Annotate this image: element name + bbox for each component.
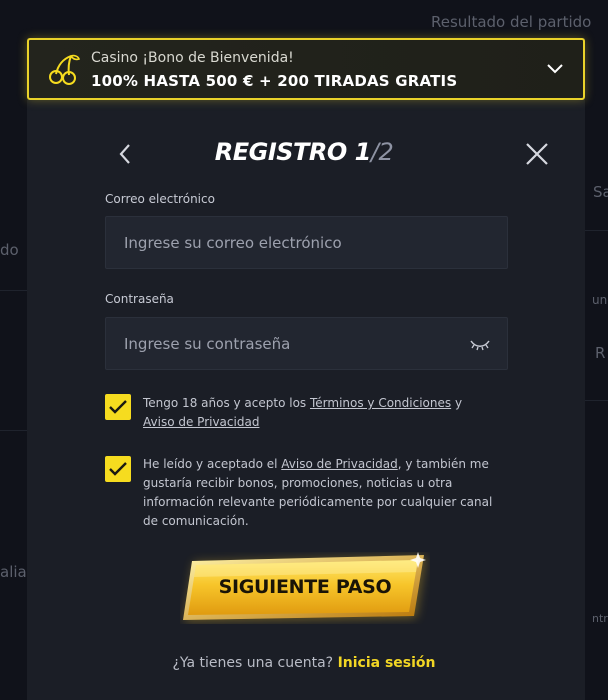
login-prompt-text: ¿Ya tienes una cuenta?	[172, 655, 338, 671]
eye-closed-icon[interactable]	[469, 337, 491, 351]
login-link[interactable]: Inicia sesión	[338, 655, 436, 671]
bg-divider	[585, 230, 608, 231]
marketing-text: He leído y aceptado el Aviso de Privacid…	[143, 455, 508, 531]
password-field[interactable]	[106, 318, 507, 369]
chevron-down-icon[interactable]	[545, 58, 565, 78]
bg-fragment: und	[592, 293, 608, 307]
privacy-link[interactable]: Aviso de Privacidad	[281, 457, 397, 471]
marketing-checkbox[interactable]	[105, 456, 131, 482]
cherries-icon	[49, 54, 81, 85]
close-icon[interactable]	[524, 141, 550, 167]
privacy-link[interactable]: Aviso de Privacidad	[143, 415, 259, 429]
password-label: Contraseña	[105, 292, 174, 306]
bg-divider	[0, 290, 27, 291]
terms-link[interactable]: Términos y Condiciones	[310, 396, 451, 410]
title-text: REGISTRO 1	[214, 138, 372, 166]
bg-divider	[585, 400, 608, 401]
bonus-subtitle: Casino ¡Bono de Bienvenida!	[91, 50, 294, 66]
checkmark-icon	[109, 400, 127, 414]
bg-fragment: do	[0, 241, 19, 259]
consent-text: Tengo 18 años y acepto los	[143, 396, 310, 410]
email-label: Correo electrónico	[105, 192, 215, 206]
bg-fragment: Sa	[593, 183, 608, 201]
bonus-banner[interactable]: Casino ¡Bono de Bienvenida! 100% HASTA 5…	[27, 38, 585, 100]
email-field-container	[105, 216, 508, 269]
consent-text: y	[451, 396, 463, 410]
age-terms-checkbox[interactable]	[105, 394, 131, 420]
page-title: REGISTRO 1/2	[0, 138, 608, 166]
bg-divider	[0, 430, 27, 431]
title-step: /2	[370, 138, 394, 166]
checkmark-icon	[109, 462, 127, 476]
email-field[interactable]	[106, 217, 507, 268]
password-field-container	[105, 317, 508, 370]
bg-fragment: R	[595, 344, 606, 362]
bonus-headline: 100% HASTA 500 € + 200 TIRADAS GRATIS	[91, 72, 458, 90]
age-terms-text: Tengo 18 años y acepto los Términos y Co…	[143, 394, 503, 432]
consent-text: He leído y aceptado el	[143, 457, 282, 471]
bg-fragment: alia	[0, 563, 27, 581]
next-step-button[interactable]	[180, 552, 430, 624]
bg-match-result: Resultado del partido	[431, 13, 592, 31]
login-prompt: ¿Ya tienes una cuenta? Inicia sesión	[0, 655, 608, 671]
bg-fragment: ntra	[592, 612, 608, 625]
